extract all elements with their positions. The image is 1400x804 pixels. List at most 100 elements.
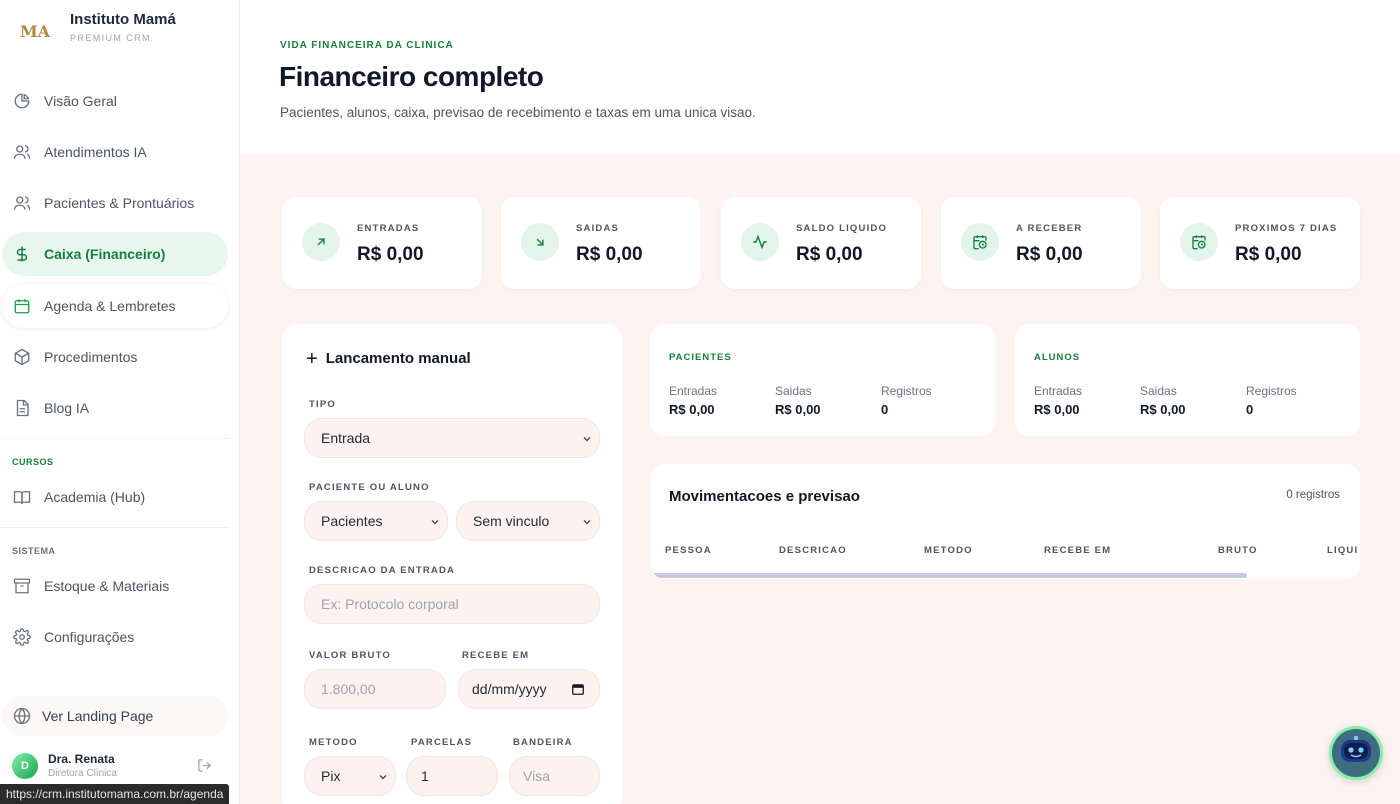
divider [0, 527, 230, 528]
grupo-value: Pacientes [321, 513, 383, 529]
dollar-icon [12, 244, 32, 264]
manual-entry-form: + Lancamento manual TIPO Entrada PACIENT… [282, 324, 622, 804]
kpi-value: R$ 0,00 [1016, 244, 1083, 265]
book-icon [12, 487, 32, 507]
calendar-clock-icon [1180, 223, 1218, 261]
recebe-em-date-input[interactable]: dd/mm/yyyy [458, 669, 600, 709]
kpi-label: SAIDAS [576, 223, 620, 234]
sidebar-item-label: Configurações [44, 629, 135, 645]
calendar-clock-icon [961, 223, 999, 261]
column-header-descricao[interactable]: DESCRICAO [779, 545, 847, 556]
bandeira-input[interactable]: Visa [509, 756, 600, 796]
archive-icon [12, 576, 32, 596]
gear-icon [12, 627, 32, 647]
robot-icon [1339, 735, 1373, 771]
summary-card-pacientes: PACIENTES Entradas R$ 0,00 Saidas R$ 0,0… [650, 324, 995, 436]
tipo-select[interactable]: Entrada [304, 418, 600, 458]
pie-chart-icon [12, 91, 32, 111]
calendar-icon[interactable] [571, 682, 585, 699]
parcelas-input[interactable]: 1 [406, 756, 498, 796]
kpi-card-proximos-7-dias: PROXIMOS 7 DIAS R$ 0,00 [1160, 197, 1360, 289]
summary-label: Registros [1246, 384, 1297, 398]
sidebar-item-atendimentos-ia[interactable]: Atendimentos IA [2, 130, 228, 174]
sidebar-item-label: Blog IA [44, 400, 90, 416]
sidebar-item-blog-ia[interactable]: Blog IA [2, 386, 228, 430]
user-profile: D Dra. Renata Diretora Clínica [12, 752, 222, 779]
summary-value: R$ 0,00 [1034, 402, 1080, 417]
chat-assistant-button[interactable] [1329, 726, 1383, 780]
users-icon [12, 142, 32, 162]
page-header: VIDA FINANCEIRA DA CLINICA Financeiro co… [240, 0, 1400, 154]
sidebar-item-pacientes[interactable]: Pacientes & Prontuários [2, 181, 228, 225]
summary-registros: Registros 0 [1246, 384, 1297, 417]
summary-registros: Registros 0 [881, 384, 932, 417]
chevron-down-icon [377, 770, 389, 786]
kpi-card-saldo-liquido: SALDO LIQUIDO R$ 0,00 [721, 197, 921, 289]
vinculo-label: PACIENTE OU ALUNO [309, 482, 430, 493]
tipo-label: TIPO [309, 399, 336, 410]
summary-label: Registros [881, 384, 932, 398]
sidebar-item-visao-geral[interactable]: Visão Geral [2, 79, 228, 123]
user-name: Dra. Renata [48, 752, 115, 766]
brand-subtitle: PREMIUM CRM [70, 33, 151, 43]
kpi-label: A RECEBER [1016, 223, 1083, 234]
column-header-metodo[interactable]: METODO [924, 545, 973, 556]
metodo-select[interactable]: Pix [304, 756, 396, 796]
kpi-card-saidas: SAIDAS R$ 0,00 [501, 197, 701, 289]
activity-icon [741, 223, 779, 261]
column-header-pessoa[interactable]: PESSOA [665, 545, 712, 556]
tipo-value: Entrada [321, 430, 371, 446]
column-header-recebe-em[interactable]: RECEBE EM [1044, 545, 1111, 556]
section-label-sistema: SISTEMA [12, 546, 56, 556]
parcelas-value: 1 [421, 768, 429, 784]
bandeira-placeholder: Visa [523, 768, 550, 784]
sidebar-item-label: Caixa (Financeiro) [44, 246, 166, 262]
vinculo-value: Sem vinculo [473, 513, 550, 529]
browser-status-bar: https://crm.institutomama.com.br/agenda [0, 784, 230, 804]
sidebar-item-configuracoes[interactable]: Configurações [2, 615, 228, 659]
sidebar-item-estoque[interactable]: Estoque & Materiais [2, 564, 228, 608]
box-icon [12, 347, 32, 367]
summary-title: ALUNOS [1034, 352, 1081, 363]
recebe-label: RECEBE EM [462, 650, 530, 661]
horizontal-scrollbar[interactable] [651, 573, 1247, 578]
parcelas-label: PARCELAS [411, 737, 473, 748]
bandeira-label: BANDEIRA [513, 737, 573, 748]
summary-label: Entradas [1034, 384, 1083, 398]
ver-landing-page-button[interactable]: Ver Landing Page [2, 696, 228, 736]
sidebar-item-label: Estoque & Materiais [44, 578, 170, 594]
calendar-icon [12, 296, 32, 316]
grupo-select[interactable]: Pacientes [304, 501, 448, 541]
summary-entradas: Entradas R$ 0,00 [669, 384, 717, 417]
sidebar-item-label: Academia (Hub) [44, 489, 146, 505]
movements-table: Movimentacoes e previsao 0 registros PES… [651, 464, 1360, 579]
sidebar-item-procedimentos[interactable]: Procedimentos [2, 335, 228, 379]
sidebar-item-academia[interactable]: Academia (Hub) [2, 475, 228, 519]
kpi-card-entradas: ENTRADAS R$ 0,00 [282, 197, 482, 289]
sidebar-item-caixa[interactable]: Caixa (Financeiro) [2, 232, 228, 276]
summary-value: 0 [1246, 402, 1254, 417]
page-title: Financeiro completo [279, 61, 544, 92]
logout-icon[interactable] [197, 758, 212, 778]
record-count: 0 registros [1286, 489, 1340, 501]
kpi-value: R$ 0,00 [576, 244, 643, 265]
sidebar: MA Instituto Mamá PREMIUM CRM Visão Gera… [0, 0, 240, 804]
document-icon [12, 398, 32, 418]
summary-saidas: Saidas R$ 0,00 [1140, 384, 1186, 417]
form-title-text: Lancamento manual [325, 350, 471, 367]
brand[interactable]: MA Instituto Mamá PREMIUM CRM [18, 10, 176, 48]
chevron-down-icon [581, 515, 593, 531]
brand-name: Instituto Mamá [70, 11, 176, 28]
vinculo-select[interactable]: Sem vinculo [456, 501, 600, 541]
summary-value: 0 [881, 402, 889, 417]
section-label-cursos: CURSOS [12, 457, 54, 467]
sidebar-item-agenda[interactable]: Agenda & Lembretes [2, 284, 228, 328]
column-header-liquido[interactable]: LIQUI [1327, 545, 1358, 556]
valor-bruto-input[interactable]: 1.800,00 [304, 669, 446, 709]
divider [0, 438, 230, 439]
column-header-bruto[interactable]: BRUTO [1218, 545, 1258, 556]
descricao-input[interactable]: Ex: Protocolo corporal [304, 584, 600, 624]
avatar: D [12, 752, 38, 779]
kpi-value: R$ 0,00 [1235, 244, 1302, 265]
summary-label: Saidas [775, 384, 812, 398]
